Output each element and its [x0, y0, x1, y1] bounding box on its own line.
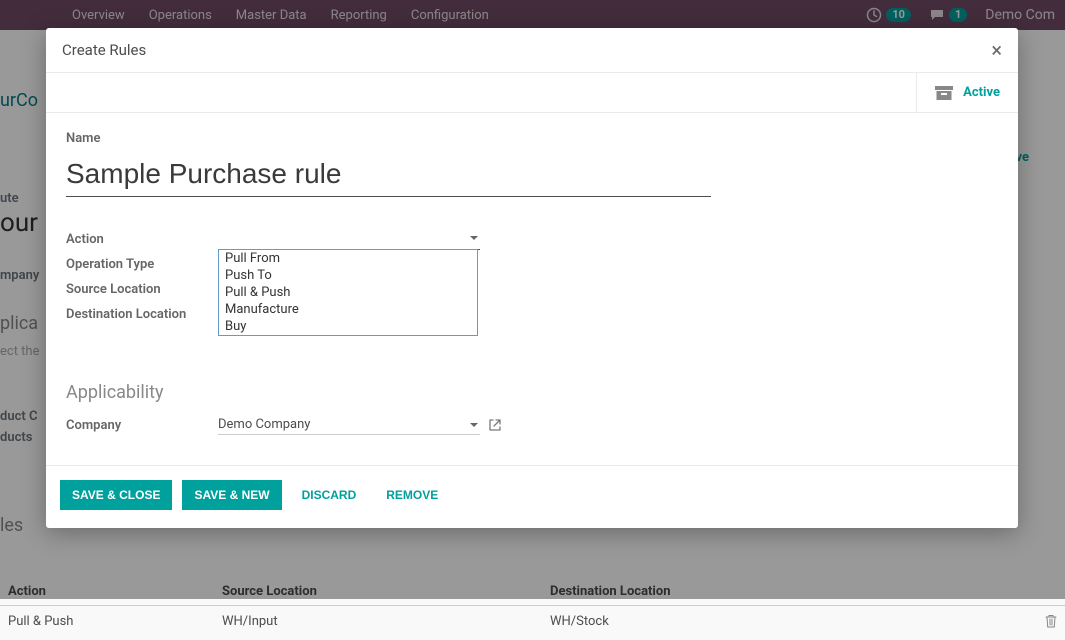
company-select[interactable]: Demo Company	[218, 415, 480, 435]
source-location-label: Source Location	[66, 282, 218, 297]
company-value: Demo Company	[218, 417, 310, 432]
company-label: Company	[66, 418, 218, 433]
action-dropdown-list: Pull From Push To Pull & Push Manufactur…	[218, 249, 478, 336]
cell-dest: WH/Stock	[550, 614, 1037, 632]
table-row[interactable]: Pull & Push WH/Input WH/Stock	[0, 606, 1065, 640]
external-link-icon[interactable]	[488, 418, 502, 432]
operation-type-label: Operation Type	[66, 257, 218, 272]
save-new-button[interactable]: SAVE & NEW	[182, 480, 281, 510]
action-option-buy[interactable]: Buy	[219, 318, 477, 335]
action-option-push-to[interactable]: Push To	[219, 267, 477, 284]
modal-footer: SAVE & CLOSE SAVE & NEW DISCARD REMOVE	[46, 465, 1018, 528]
chevron-down-icon	[470, 236, 478, 240]
name-label: Name	[66, 131, 998, 146]
cell-action: Pull & Push	[8, 614, 222, 632]
create-rules-modal: Create Rules × Active Name Action Operat…	[46, 28, 1018, 528]
action-select[interactable]	[218, 230, 480, 250]
chevron-down-icon	[470, 423, 478, 427]
name-input[interactable]	[66, 154, 711, 197]
remove-button[interactable]: REMOVE	[376, 480, 448, 510]
action-option-pull-push[interactable]: Pull & Push	[219, 284, 477, 301]
save-close-button[interactable]: SAVE & CLOSE	[60, 480, 172, 510]
statusbar: Active	[46, 73, 1018, 113]
action-label: Action	[66, 232, 218, 247]
active-toggle[interactable]: Active	[916, 73, 1018, 112]
modal-header: Create Rules ×	[46, 28, 1018, 73]
destination-location-label: Destination Location	[66, 307, 218, 322]
action-option-manufacture[interactable]: Manufacture	[219, 301, 477, 318]
modal-body: Name Action Operation Type Source Locati…	[46, 113, 1018, 465]
action-option-pull-from[interactable]: Pull From	[219, 250, 477, 267]
modal-title: Create Rules	[62, 41, 146, 59]
cell-source: WH/Input	[222, 614, 550, 632]
archive-icon	[935, 86, 953, 100]
applicability-header: Applicability	[66, 382, 998, 403]
discard-button[interactable]: DISCARD	[292, 480, 367, 510]
active-label: Active	[963, 85, 1000, 100]
close-icon[interactable]: ×	[991, 40, 1002, 60]
trash-icon[interactable]	[1037, 614, 1057, 632]
